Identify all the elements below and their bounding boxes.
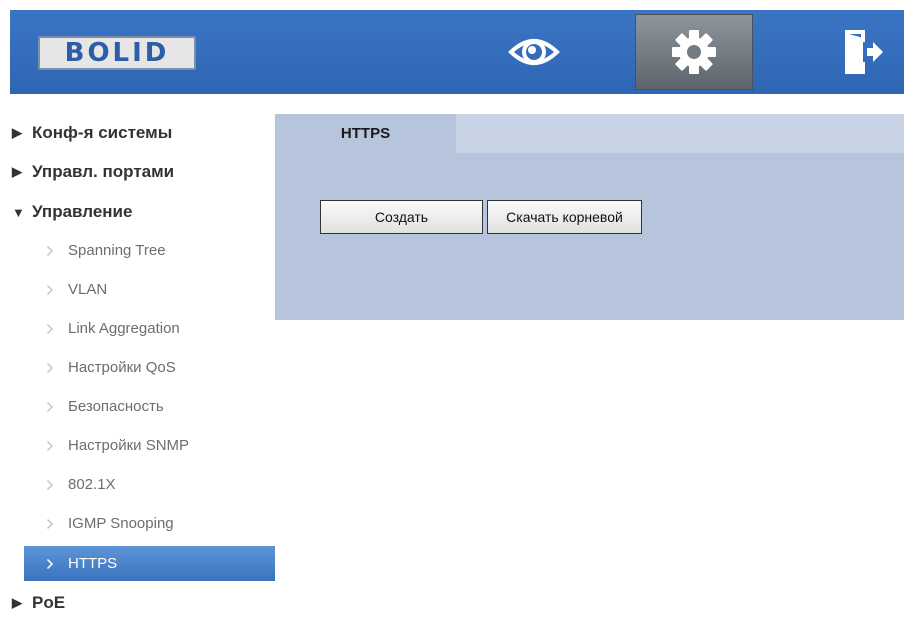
chevron-right-icon <box>46 323 58 335</box>
triangle-down-icon: ▼ <box>12 204 25 220</box>
sidebar-item-igmp-snooping[interactable]: IGMP Snooping <box>24 506 275 541</box>
chevron-right-icon <box>46 284 58 296</box>
monitor-nav-button[interactable] <box>475 14 593 90</box>
sidebar-group-label: Управление <box>32 202 133 221</box>
chevron-right-icon <box>46 518 58 530</box>
sidebar-item-vlan[interactable]: VLAN <box>24 272 275 307</box>
sidebar-item-label: 802.1X <box>68 476 116 493</box>
sidebar-group-system-config[interactable]: ▶ Конф-я системы <box>10 114 172 152</box>
sidebar-item-label: IGMP Snooping <box>68 515 174 532</box>
sidebar-item-label: Настройки SNMP <box>68 437 190 454</box>
chevron-right-icon <box>46 245 58 257</box>
eye-icon <box>508 39 560 65</box>
sidebar-item-qos[interactable]: Настройки QoS <box>24 350 275 385</box>
chevron-right-icon <box>46 362 58 374</box>
sidebar-item-https[interactable]: HTTPS <box>24 546 275 581</box>
main-content: HTTPS Создать Скачать корневой <box>275 94 904 620</box>
sidebar-group-label: Управл. портами <box>32 162 175 181</box>
chevron-right-icon <box>46 479 58 491</box>
sidebar-item-spanning-tree[interactable]: Spanning Tree <box>24 233 275 268</box>
bolid-logo: BOLID <box>38 36 196 70</box>
sidebar-group-port-management[interactable]: ▶ Управл. портами <box>10 153 174 191</box>
sidebar-item-link-aggregation[interactable]: Link Aggregation <box>24 311 275 346</box>
sidebar-item-label: VLAN <box>68 281 108 298</box>
exit-icon <box>845 30 883 74</box>
sidebar-group-poe[interactable]: ▶ PoE <box>10 584 65 622</box>
sidebar-item-label: Безопасность <box>68 398 164 415</box>
sidebar-item-label: Spanning Tree <box>68 242 166 259</box>
tab-strip: HTTPS <box>275 114 904 153</box>
triangle-right-icon: ▶ <box>12 595 22 610</box>
sidebar-group-management[interactable]: ▼ Управление <box>10 193 132 231</box>
chevron-right-icon <box>46 440 58 452</box>
top-header: BOLID <box>10 10 904 94</box>
sidebar-item-label: Настройки QoS <box>68 359 176 376</box>
triangle-right-icon: ▶ <box>12 164 22 179</box>
https-panel: HTTPS Создать Скачать корневой <box>275 114 904 320</box>
sidebar-item-label: Link Aggregation <box>68 320 180 337</box>
sidebar-item-8021x[interactable]: 802.1X <box>24 467 275 502</box>
tab-https[interactable]: HTTPS <box>275 114 456 153</box>
logout-nav-button[interactable] <box>822 14 904 90</box>
settings-nav-button[interactable] <box>635 14 753 90</box>
gear-icon <box>672 30 716 74</box>
download-root-button[interactable]: Скачать корневой <box>487 200 642 234</box>
sidebar-item-label: HTTPS <box>68 555 118 572</box>
chevron-right-icon <box>46 401 58 413</box>
create-button[interactable]: Создать <box>320 200 483 234</box>
sidebar-item-security[interactable]: Безопасность <box>24 389 275 424</box>
sidebar-item-snmp[interactable]: Настройки SNMP <box>24 428 275 463</box>
chevron-right-icon <box>46 558 58 570</box>
sidebar-group-label: Конф-я системы <box>32 123 173 142</box>
sidebar: ▶ Конф-я системы ▶ Управл. портами ▼ Упр… <box>10 94 275 620</box>
sidebar-group-label: PoE <box>32 593 66 612</box>
triangle-right-icon: ▶ <box>12 125 22 140</box>
